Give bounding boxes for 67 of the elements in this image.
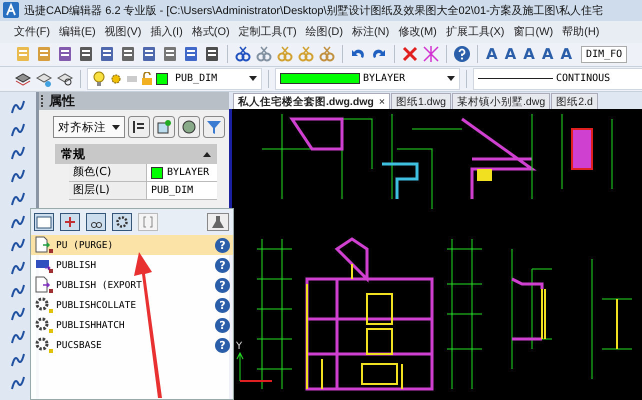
insert-icon[interactable] [60, 213, 80, 231]
document-icon [34, 236, 54, 254]
document-tab[interactable]: 图纸1.dwg [390, 93, 451, 109]
property-label: 颜色(C) [69, 164, 147, 181]
window-icon[interactable] [34, 213, 54, 231]
gear-icon [34, 316, 54, 334]
layer-dropdown[interactable]: PUB_DIM [87, 68, 262, 90]
help-icon[interactable]: ? [215, 238, 230, 252]
gear-icon [34, 336, 54, 354]
property-value[interactable]: BYLAYER [147, 164, 210, 181]
menu-item[interactable]: 标注(N) [352, 24, 390, 40]
menu-item[interactable]: 格式(O) [192, 24, 230, 40]
document-icon [34, 276, 54, 294]
object-type-dropdown[interactable]: 对齐标注 [53, 116, 125, 138]
text-style-button[interactable]: A [540, 45, 556, 64]
text-style-button[interactable]: A [484, 45, 500, 64]
menu-item[interactable]: 窗口(W) [513, 24, 554, 40]
gear-icon [34, 296, 54, 314]
linetype-dropdown[interactable]: CONTINOUS [473, 68, 642, 90]
document-tab[interactable]: 图纸2.d [551, 93, 598, 109]
app-logo-icon [3, 2, 19, 18]
ucs-axis-icon [236, 352, 272, 382]
property-label: 图层(L) [69, 182, 147, 199]
menu-item[interactable]: 插入(I) [150, 24, 183, 40]
help-icon[interactable]: ? [215, 338, 230, 352]
property-value[interactable]: PUB_DIM [147, 182, 194, 199]
menu-item[interactable]: 定制工具(T) [238, 24, 297, 40]
document-tab[interactable]: 某村镇小别墅.dwg [452, 93, 550, 109]
text-style-button[interactable]: A [558, 45, 574, 64]
ucs-label: Y [236, 341, 242, 352]
select-objects-icon[interactable] [153, 116, 175, 138]
section-header[interactable]: 常规 [55, 144, 217, 164]
close-tab-button[interactable]: × [378, 96, 385, 108]
panel-title: 属性 [49, 93, 75, 110]
padlock-icon [141, 72, 153, 86]
help-icon[interactable]: ? [215, 258, 230, 272]
text-style-button[interactable]: A [521, 45, 537, 64]
dropdown-caret-icon [249, 76, 257, 82]
dim-style-field[interactable]: DIM_FO [581, 46, 628, 63]
flask-icon[interactable] [207, 213, 229, 231]
text-style-button[interactable]: A [502, 45, 518, 64]
section-title: 常规 [61, 146, 85, 162]
help-icon[interactable] [453, 45, 471, 64]
menu-item[interactable]: 扩展工具(X) [446, 24, 504, 40]
command-suggestion[interactable]: PU (PURGE) ? [31, 235, 233, 255]
sun-icon [109, 72, 123, 86]
dropdown-caret-icon [447, 76, 455, 82]
settings-icon[interactable] [112, 213, 132, 231]
dropdown-caret-icon [112, 124, 120, 130]
document-tab[interactable]: 私人住宅楼全套图.dwg.dwg × [233, 93, 390, 109]
spline-icon[interactable] [9, 167, 27, 185]
menu-item[interactable]: 绘图(D) [306, 24, 343, 40]
menu-item[interactable]: 修改(M) [398, 24, 437, 40]
help-icon[interactable]: ? [215, 318, 230, 332]
drawing-canvas[interactable]: Y [229, 109, 642, 400]
window-title: 迅捷CAD编辑器 6.2 专业版 - [C:\Users\Administrator\Desktop\别墅设计图纸及效果图大全02\01-方案及施工图\私人住宅 [24, 4, 603, 18]
menu-item[interactable]: 视图(V) [104, 24, 142, 40]
funnel-icon[interactable] [203, 116, 225, 138]
color-dropdown[interactable]: BYLAYER [275, 68, 460, 90]
menu-item[interactable]: 帮助(H) [562, 24, 600, 40]
menu-item[interactable]: 文件(F) [14, 24, 50, 40]
menu-item[interactable]: 编辑(E) [59, 24, 96, 40]
help-icon[interactable]: ? [215, 278, 230, 292]
delete-icon[interactable] [401, 45, 419, 64]
help-icon[interactable]: ? [215, 298, 230, 312]
brackets-icon[interactable] [138, 213, 158, 231]
lightbulb-icon [92, 70, 106, 87]
